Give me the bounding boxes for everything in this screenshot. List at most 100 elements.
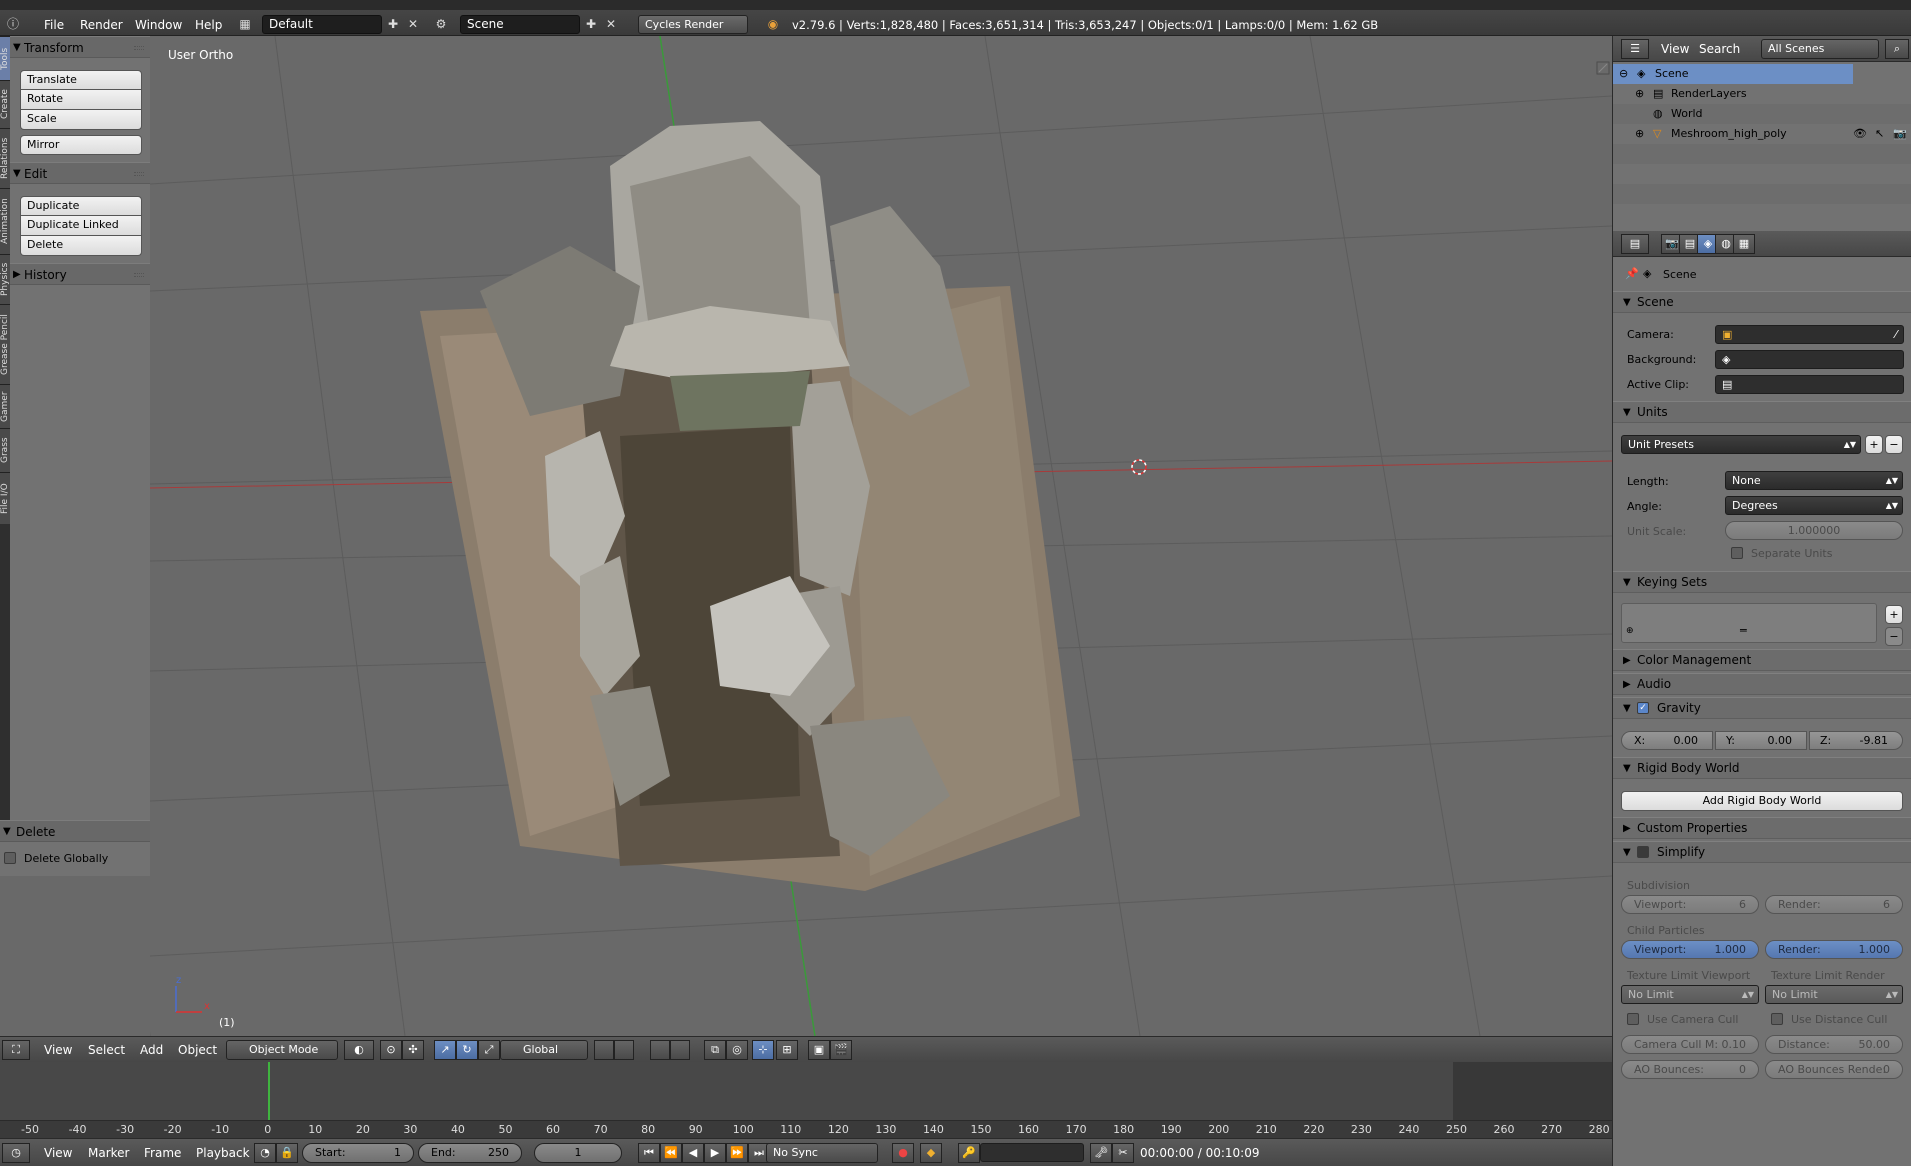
outliner-row-world[interactable]: ◍ World — [1613, 104, 1911, 124]
manipulator-toggle-icon[interactable]: ✣ — [402, 1040, 424, 1060]
delete-keyframe-icon[interactable]: ✂ — [1112, 1143, 1134, 1163]
child-particles-render-field[interactable]: Render: 1.000 — [1765, 940, 1903, 959]
play-reverse-icon[interactable]: ◀ — [682, 1143, 704, 1163]
proportional-edit-icon[interactable]: ◎ — [726, 1040, 748, 1060]
remove-layout-icon[interactable]: ✕ — [402, 15, 424, 34]
texture-limit-viewport-dropdown[interactable]: No Limit ▲▼ — [1621, 985, 1759, 1004]
translate-manipulator-icon[interactable]: ↗ — [434, 1040, 456, 1060]
render-animation-icon[interactable]: 🎬 — [830, 1040, 852, 1060]
transform-orientation-dropdown[interactable]: Global — [500, 1040, 588, 1060]
rigid-body-panel-header[interactable]: ▼ Rigid Body World — [1613, 757, 1911, 779]
rotate-button[interactable]: Rotate — [20, 90, 142, 110]
audio-panel-header[interactable]: ▶ Audio — [1613, 673, 1911, 695]
tab-tools[interactable]: Tools — [0, 36, 10, 80]
unit-presets-dropdown[interactable]: Unit Presets ▲▼ — [1621, 435, 1861, 454]
outliner-editor-type-icon[interactable]: ☰ — [1621, 39, 1649, 59]
outliner-row-renderlayers[interactable]: ⊕ ▤ RenderLayers — [1613, 84, 1911, 104]
tab-grass[interactable]: Grass — [0, 428, 10, 472]
tab-relations[interactable]: Relations — [0, 128, 10, 188]
sync-mode-dropdown[interactable]: No Sync — [766, 1143, 878, 1163]
current-frame-playhead[interactable] — [268, 1062, 270, 1120]
lock-camera-icon[interactable]: ⧉ — [704, 1040, 726, 1060]
menu-add[interactable]: Add — [140, 1043, 163, 1057]
timeline-menu-playback[interactable]: Playback — [196, 1146, 250, 1160]
add-preset-button[interactable]: + — [1865, 435, 1883, 454]
viewport-scene[interactable]: z x — [150, 36, 1612, 1036]
delete-operator-header[interactable]: ▼ Delete — [0, 820, 150, 842]
use-preview-range-icon[interactable]: ◔ — [254, 1143, 276, 1163]
menu-help[interactable]: Help — [195, 16, 222, 34]
editor-type-icon[interactable]: ⛶ — [2, 1040, 30, 1060]
expand-icon[interactable]: ⊕ — [1635, 124, 1644, 144]
ao-bounces-render-field[interactable]: AO Bounces Rende: 0 — [1765, 1060, 1903, 1079]
list-resize-grip-icon[interactable]: ═ — [1740, 624, 1747, 637]
collapse-icon[interactable]: ⊖ — [1619, 64, 1628, 84]
delete-button[interactable]: Delete — [20, 236, 142, 256]
scene-icon[interactable]: ⚙ — [430, 15, 452, 34]
end-frame-field[interactable]: End: 250 — [418, 1143, 522, 1163]
scene-field[interactable]: Scene — [460, 15, 580, 34]
selectability-cursor-icon[interactable]: ↖ — [1875, 124, 1884, 144]
outliner-menu-view[interactable]: View — [1661, 42, 1689, 56]
insert-keyframe-icon[interactable]: 🗝 — [1090, 1143, 1112, 1163]
use-camera-cull-checkbox[interactable] — [1627, 1013, 1639, 1025]
child-particles-viewport-field[interactable]: Viewport: 1.000 — [1621, 940, 1759, 959]
outliner-menu-search[interactable]: Search — [1699, 42, 1740, 56]
viewport-shading-icon[interactable]: ◐ — [344, 1040, 374, 1060]
drag-grip-icon[interactable] — [134, 172, 144, 176]
render-still-icon[interactable]: ▣ — [808, 1040, 830, 1060]
transform-panel-header[interactable]: ▼ Transform — [10, 36, 150, 58]
separate-units-checkbox[interactable] — [1731, 547, 1743, 559]
gravity-x-field[interactable]: X: 0.00 — [1621, 731, 1713, 750]
outliner-row-scene[interactable]: ⊖ ◈ Scene — [1613, 64, 1853, 84]
remove-preset-button[interactable]: − — [1885, 435, 1903, 454]
current-frame-field[interactable]: 1 — [534, 1143, 622, 1163]
next-keyframe-icon[interactable]: ⏩ — [726, 1143, 748, 1163]
keying-sets-panel-header[interactable]: ▼ Keying Sets — [1613, 571, 1911, 593]
ao-bounces-field[interactable]: AO Bounces: 0 — [1621, 1060, 1759, 1079]
tab-create[interactable]: Create — [0, 80, 10, 128]
remove-keying-set-button[interactable]: − — [1885, 627, 1903, 646]
edit-panel-header[interactable]: ▼ Edit — [10, 162, 150, 184]
expand-icon[interactable]: ⊕ — [1635, 84, 1644, 104]
subdivision-viewport-field[interactable]: Viewport: 6 — [1621, 895, 1759, 914]
layer-1-button[interactable] — [594, 1040, 614, 1060]
layer-3-button[interactable] — [650, 1040, 670, 1060]
use-distance-cull-checkbox[interactable] — [1771, 1013, 1783, 1025]
camera-cull-margin-field[interactable]: Camera Cull M: 0.10 — [1621, 1035, 1759, 1054]
texture-limit-render-dropdown[interactable]: No Limit ▲▼ — [1765, 985, 1903, 1004]
camera-field[interactable]: ▣ ⁄ — [1715, 325, 1904, 344]
timeline-editor-type-icon[interactable]: ◷ — [2, 1143, 30, 1163]
simplify-checkbox[interactable] — [1637, 846, 1649, 858]
angle-unit-dropdown[interactable]: Degrees ▲▼ — [1725, 496, 1903, 515]
snap-toggle-icon[interactable]: ⊹ — [752, 1040, 774, 1060]
duplicate-button[interactable]: Duplicate — [20, 196, 142, 216]
outliner-display-mode-dropdown[interactable]: All Scenes — [1761, 39, 1879, 59]
timeline-menu-frame[interactable]: Frame — [144, 1146, 181, 1160]
info-editor-icon[interactable]: ⓘ — [2, 15, 24, 34]
tab-grease-pencil[interactable]: Grease Pencil — [0, 304, 10, 384]
background-field[interactable]: ◈ — [1715, 350, 1904, 369]
custom-properties-panel-header[interactable]: ▶ Custom Properties — [1613, 817, 1911, 839]
add-rigid-body-world-button[interactable]: Add Rigid Body World — [1621, 791, 1903, 811]
menu-object[interactable]: Object — [178, 1043, 217, 1057]
drag-grip-icon[interactable] — [134, 46, 144, 50]
menu-render[interactable]: Render — [80, 16, 123, 34]
eyedropper-icon[interactable]: ⁄ — [1895, 326, 1897, 343]
add-layout-icon[interactable]: ✚ — [382, 15, 404, 34]
translate-button[interactable]: Translate — [20, 70, 142, 90]
visibility-eye-icon[interactable]: 👁 — [1853, 124, 1867, 144]
duplicate-linked-button[interactable]: Duplicate Linked — [20, 216, 142, 236]
unit-scale-field[interactable]: 1.000000 — [1725, 521, 1903, 540]
tab-animation[interactable]: Animation — [0, 188, 10, 254]
keyframe-icon[interactable]: ◆ — [920, 1143, 942, 1163]
color-management-panel-header[interactable]: ▶ Color Management — [1613, 649, 1911, 671]
timeline-editor[interactable]: -50 -40 -30 -20 -10 0 10 20 30 40 50 60 70 80 90 100 110… — [0, 1062, 1612, 1138]
keying-sets-list[interactable]: ⊕ ═ — [1621, 603, 1877, 643]
gravity-checkbox[interactable]: ✓ — [1637, 702, 1649, 714]
keying-set-icon[interactable]: 🔑 — [958, 1143, 980, 1163]
timeline-menu-view[interactable]: View — [44, 1146, 72, 1160]
timeline-menu-marker[interactable]: Marker — [88, 1146, 129, 1160]
units-panel-header[interactable]: ▼ Units — [1613, 401, 1911, 423]
gravity-y-field[interactable]: Y: 0.00 — [1715, 731, 1807, 750]
